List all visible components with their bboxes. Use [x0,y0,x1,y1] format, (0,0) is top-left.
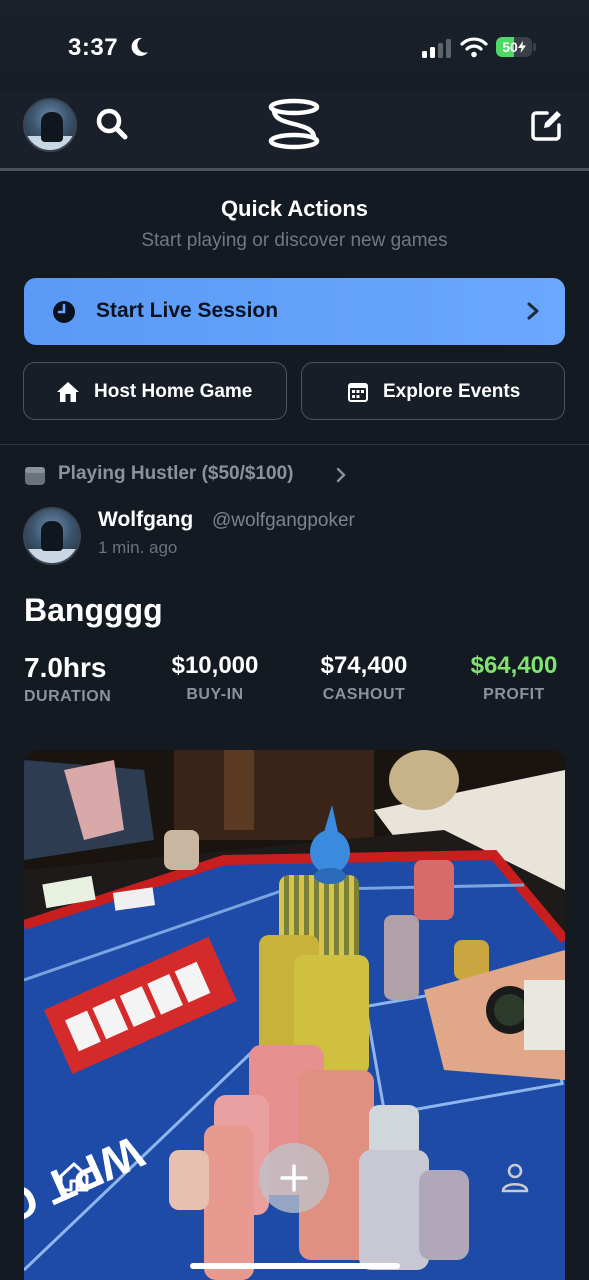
chevron-right-icon [527,302,539,320]
quick-actions-title: Quick Actions [220,196,369,221]
post-title: Bangggg [24,592,163,628]
buyin-label: BUY-IN [186,686,244,703]
post-author-handle[interactable]: @wolfgangpoker [212,510,355,532]
host-home-game-button[interactable]: Host Home Game [23,362,287,420]
profit-label: PROFIT [483,686,545,703]
stat-duration: 7.0hrs DURATION [24,652,111,706]
chip-stack-icon [25,467,45,485]
explore-events-label: Explore Events [383,381,521,402]
compose-icon[interactable] [530,108,564,142]
profit-value: $64,400 [470,652,558,679]
wifi-icon [460,37,488,58]
tab-profile-icon[interactable] [498,1160,532,1194]
start-live-session-label: Start Live Session [96,299,279,322]
status-bar: 3:37 50 [0,0,589,92]
explore-events-button[interactable]: Explore Events [301,362,565,420]
duration-value: 7.0hrs [24,652,107,683]
home-indicator [190,1263,400,1269]
post-author-name[interactable]: Wolfgang [98,508,193,532]
stat-cashout: $74,400 CASHOUT [308,652,420,704]
status-time: 3:37 [68,34,119,61]
buyin-value: $10,000 [171,652,259,679]
cashout-label: CASHOUT [322,686,406,703]
cellular-signal-icon [422,39,451,58]
battery-percent: 50 [496,37,532,57]
tab-home-icon[interactable] [57,1160,91,1194]
charging-bolt-icon [517,41,526,53]
battery-tip [533,43,536,51]
section-divider [0,444,589,445]
post-author-avatar[interactable] [23,507,81,565]
app-logo-icon[interactable] [266,98,322,150]
start-live-session-button[interactable]: Start Live Session [24,278,565,345]
quick-actions-subtitle: Start playing or discover new games [141,230,448,251]
calendar-icon [348,383,368,402]
clock-icon [53,301,75,323]
host-home-game-label: Host Home Game [94,381,253,402]
plus-icon [280,1164,308,1192]
home-icon [57,382,79,402]
chevron-right-icon [336,467,346,483]
stat-profit: $64,400 PROFIT [456,652,572,704]
stat-buyin: $10,000 BUY-IN [160,652,270,704]
add-post-button[interactable] [259,1143,329,1213]
cashout-value: $74,400 [320,652,408,679]
user-avatar[interactable] [23,98,77,152]
battery-indicator: 50 [496,37,532,57]
top-navigation-bar [0,92,589,168]
search-icon[interactable] [94,106,130,142]
playing-game-label: Playing Hustler ($50/$100) [58,463,294,484]
moon-icon [131,37,148,56]
header-divider [0,168,589,171]
post-timestamp: 1 min. ago [98,538,178,557]
duration-label: DURATION [24,688,112,705]
